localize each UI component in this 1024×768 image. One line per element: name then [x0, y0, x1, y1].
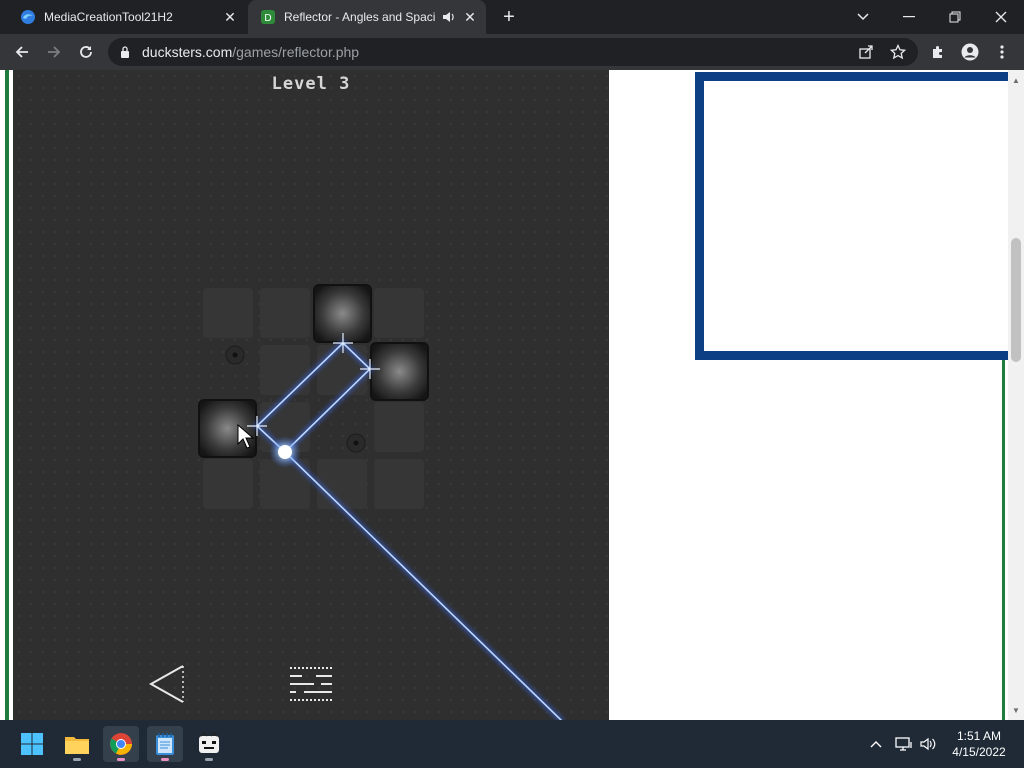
taskbar: 1:51 AM 4/15/2022: [0, 720, 1024, 768]
profile-icon[interactable]: [956, 38, 984, 66]
scrollbar-thumb[interactable]: [1011, 238, 1021, 362]
taskbar-clock[interactable]: 1:51 AM 4/15/2022: [944, 728, 1014, 760]
restore-button[interactable]: [932, 0, 978, 34]
grid-cell: [374, 288, 424, 338]
new-tab-button[interactable]: +: [498, 6, 520, 28]
grid-cell: [260, 288, 310, 338]
running-indicator: [161, 758, 169, 761]
ad-frame: [695, 72, 1008, 360]
running-indicator: [205, 758, 213, 761]
game-app-icon[interactable]: [191, 726, 227, 762]
grid-cell: [203, 288, 253, 338]
tab-strip: MediaCreationTool21H2 ✕ D Reflector - An…: [0, 0, 1024, 34]
reload-button[interactable]: [72, 38, 100, 66]
hole-target-dot: [232, 352, 238, 358]
menu-lines-icon[interactable]: [290, 667, 332, 701]
mirror-block[interactable]: [370, 342, 429, 401]
notepad-icon[interactable]: [147, 726, 183, 762]
grid-cell: [317, 345, 367, 395]
forward-button[interactable]: [40, 38, 68, 66]
browser-toolbar: ducksters.com/games/reflector.php: [0, 34, 1024, 70]
address-bar[interactable]: ducksters.com/games/reflector.php: [108, 38, 918, 66]
light-source-orb[interactable]: [278, 445, 292, 459]
file-explorer-icon[interactable]: [59, 726, 95, 762]
scroll-down-icon[interactable]: ▼: [1010, 704, 1022, 716]
grid-cell: [374, 459, 424, 509]
right-green-border: [1002, 360, 1005, 720]
ducksters-favicon-icon: D: [260, 9, 276, 25]
tab-mediacreationtool[interactable]: MediaCreationTool21H2 ✕: [8, 0, 246, 34]
back-triangle-icon[interactable]: [148, 665, 184, 703]
scrollbar-track[interactable]: [1008, 70, 1024, 720]
mirror-block[interactable]: [198, 399, 257, 458]
speaker-icon[interactable]: [440, 9, 456, 25]
running-indicator: [73, 758, 81, 761]
clock-time: 1:51 AM: [956, 729, 1002, 743]
grid-cell: [203, 459, 253, 509]
svg-text:D: D: [264, 13, 271, 24]
chrome-icon[interactable]: [103, 726, 139, 762]
share-icon[interactable]: [852, 38, 880, 66]
grid-cell: [260, 345, 310, 395]
bookmark-star-icon[interactable]: [884, 38, 912, 66]
close-tab-icon[interactable]: ✕: [462, 9, 478, 25]
back-button[interactable]: [8, 38, 36, 66]
minimize-button[interactable]: [886, 0, 932, 34]
close-window-button[interactable]: [978, 0, 1024, 34]
edge-favicon-icon: [20, 9, 36, 25]
url-text: ducksters.com/games/reflector.php: [142, 44, 360, 60]
show-hidden-icons-chevron-icon[interactable]: [866, 734, 886, 754]
grid-cell: [374, 402, 424, 452]
tab-title: Reflector - Angles and Spaci: [284, 10, 436, 24]
tab-reflector[interactable]: D Reflector - Angles and Spaci ✕: [248, 0, 486, 34]
web-page: Level 3 ▲ ▼: [0, 70, 1024, 720]
clock-date: 4/15/2022: [952, 745, 1006, 759]
tab-title: MediaCreationTool21H2: [44, 10, 173, 24]
start-icon[interactable]: [14, 726, 50, 762]
game-board-svg[interactable]: [13, 70, 609, 720]
lock-icon[interactable]: [118, 45, 132, 59]
grid-cell: [317, 459, 367, 509]
network-icon[interactable]: [894, 734, 914, 754]
running-indicator: [117, 758, 125, 761]
scroll-up-icon[interactable]: ▲: [1010, 74, 1022, 86]
menu-kebab-icon[interactable]: [988, 38, 1016, 66]
left-green-border: [5, 70, 9, 720]
tab-search-chevron-icon[interactable]: [840, 0, 886, 34]
extensions-puzzle-icon[interactable]: [924, 38, 952, 66]
volume-icon[interactable]: [918, 734, 938, 754]
close-tab-icon[interactable]: ✕: [222, 9, 238, 25]
reflector-game[interactable]: Level 3: [13, 70, 609, 720]
hole-target-dot: [353, 440, 359, 446]
